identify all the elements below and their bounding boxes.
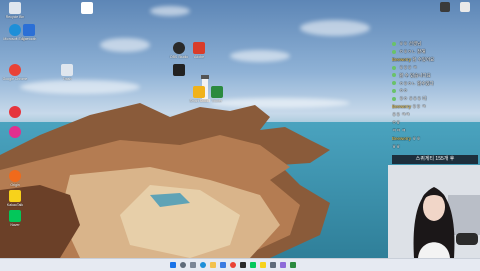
streamer-silhouette <box>388 165 480 258</box>
naver-icon <box>9 210 21 222</box>
chat-message: Beewerry 할 수있어요 <box>392 56 435 62</box>
user-badge-icon <box>392 81 396 86</box>
chat-message: ㅎㅎ ㅋㅋ <box>392 112 410 118</box>
task-view-icon[interactable] <box>190 262 196 268</box>
app-icon <box>9 126 21 138</box>
cloud <box>20 80 140 94</box>
desktop-icon[interactable]: Trash <box>54 64 80 81</box>
user-badge-icon <box>392 65 396 70</box>
rock-formation <box>0 103 330 258</box>
chat-message: ㅎㅎ 선생님 <box>392 40 478 48</box>
desktop-icon[interactable]: Google Chrome <box>2 64 28 81</box>
app-icon <box>9 106 21 118</box>
mail-icon[interactable] <box>240 262 246 268</box>
desktop-icon[interactable] <box>166 64 192 77</box>
user-badge-icon <box>392 89 396 94</box>
edge-icon[interactable] <box>200 262 206 268</box>
app-icon[interactable] <box>280 262 286 268</box>
cloud <box>230 50 290 62</box>
desktop-icon[interactable] <box>74 2 100 15</box>
desktop-icon[interactable]: KakaoTalk <box>2 190 28 207</box>
chat-message: ㅎㅎㅎ ㅋ <box>392 64 478 72</box>
webcam-overlay <box>388 165 480 258</box>
explorer-icon[interactable] <box>210 262 216 268</box>
chat-message: ㅇㅎㅇㄴ 잘해 <box>392 48 478 56</box>
app-icon <box>173 64 185 76</box>
recycle-bin-icon <box>9 2 21 14</box>
user-badge-icon <box>392 73 396 78</box>
file-icon <box>81 2 93 14</box>
kakao-icon <box>9 190 21 202</box>
chat-message: ㅎㅇ ㅎㅎㅎ 다 <box>392 95 478 103</box>
store-icon[interactable] <box>220 262 226 268</box>
desktop-icon[interactable]: Bluetooth <box>16 24 42 41</box>
chat-message: ㅇㅎ <box>392 120 401 126</box>
chat-message: ㅎㅎ <box>392 143 401 149</box>
donation-banner: 스퀴게티 155개 후 <box>392 155 478 164</box>
cloud <box>150 6 190 16</box>
obs-icon <box>173 42 185 54</box>
desktop-icon[interactable]: Adobe <box>186 42 212 59</box>
app-icon[interactable] <box>440 2 450 12</box>
user-badge-icon <box>392 49 396 54</box>
cloud <box>100 38 150 52</box>
chat-message: 할 수 있습니다요 <box>392 72 478 80</box>
origin-icon <box>9 170 21 182</box>
kakao-icon[interactable] <box>260 262 266 268</box>
user-badge-icon <box>392 97 396 102</box>
chrome-icon[interactable] <box>230 262 236 268</box>
desktop-icon[interactable]: Origin <box>2 170 28 187</box>
bluetooth-icon <box>23 24 35 36</box>
chat-message: ㅇㅎㅇㄴ 할수있다 <box>392 80 478 88</box>
chat-message: ㅋㅋ ㅋ <box>392 127 406 133</box>
cloud <box>300 20 370 36</box>
chat-message: Beewerry ㅎㅎ <box>392 135 421 141</box>
chrome-icon <box>9 64 21 76</box>
taskbar <box>0 258 480 271</box>
adobe-icon <box>193 42 205 54</box>
chat-message: ㅇㅇ <box>392 87 478 95</box>
desktop-icon[interactable] <box>2 106 28 119</box>
vtuber-icon <box>211 86 223 98</box>
settings-icon[interactable] <box>460 2 470 12</box>
desktop-icon[interactable]: Vtuber <box>204 86 230 103</box>
chat-overlay: ㅎㅎ 선생님 ㅇㅎㅇㄴ 잘해 Beewerry 할 수있어요 ㅎㅎㅎ ㅋ 할 수… <box>392 40 478 151</box>
obs-icon[interactable] <box>250 262 256 268</box>
app-icon[interactable] <box>290 262 296 268</box>
desktop-icon[interactable]: Recycle Bin <box>2 2 28 19</box>
search-icon[interactable] <box>180 262 186 268</box>
desktop-icon[interactable] <box>2 126 28 139</box>
trash-icon <box>61 64 73 76</box>
desktop-icon[interactable]: Naver <box>2 210 28 227</box>
chat-message: Beewerry ㅎㅎ ㅋ <box>392 104 426 110</box>
user-badge-icon <box>392 41 396 46</box>
start-icon[interactable] <box>170 262 176 268</box>
app-icon[interactable] <box>270 262 276 268</box>
